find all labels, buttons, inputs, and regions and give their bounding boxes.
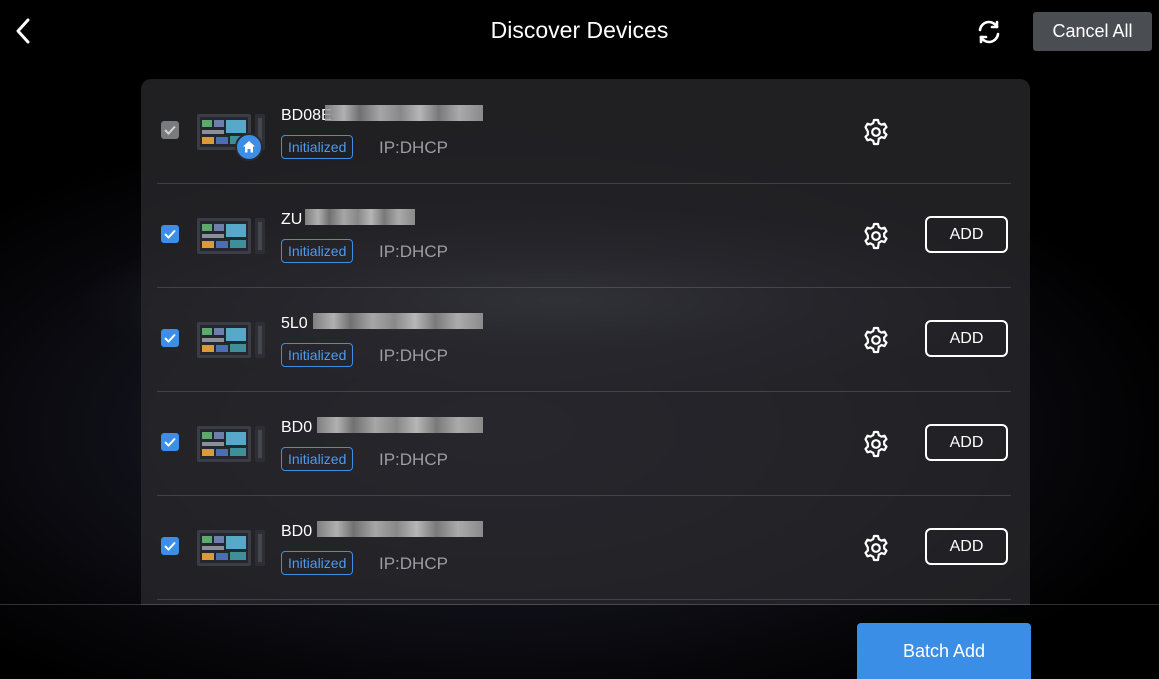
gear-icon [864, 222, 888, 250]
top-bar: Discover Devices Cancel All [0, 0, 1159, 64]
checkmark-icon [164, 125, 176, 135]
home-badge [235, 133, 263, 161]
status-badge: Initialized [281, 239, 354, 263]
device-thumbnail [197, 530, 265, 566]
device-name: BD0 [281, 419, 313, 436]
refresh-button[interactable] [974, 17, 1004, 47]
ip-mode: IP:DHCP [379, 242, 448, 261]
device-checkbox[interactable] [161, 433, 179, 451]
redacted-serial [317, 417, 483, 433]
device-row[interactable]: BD0 Initialized IP:DHCP ADD [157, 391, 1011, 496]
ip-mode: IP:DHCP [379, 346, 448, 365]
redacted-serial [305, 209, 415, 225]
device-thumbnail [197, 322, 265, 358]
checkmark-icon [164, 229, 176, 239]
device-row[interactable]: BD0 Initialized IP:DHCP ADD [157, 495, 1011, 600]
gear-icon [864, 118, 888, 146]
checkmark-icon [164, 541, 176, 551]
add-device-button[interactable]: ADD [925, 320, 1008, 357]
home-icon [243, 141, 255, 153]
refresh-icon [978, 20, 1000, 44]
device-checkbox[interactable] [161, 537, 179, 555]
ip-mode: IP:DHCP [379, 450, 448, 469]
device-name: ZU [281, 211, 303, 228]
device-settings-button[interactable] [861, 117, 891, 147]
status-badge: Initialized [281, 447, 354, 471]
device-checkbox[interactable] [161, 329, 179, 347]
device-settings-button[interactable] [861, 533, 891, 563]
device-row[interactable]: ZU Initialized IP:DHCP ADD [157, 183, 1011, 288]
ip-mode: IP:DHCP [379, 138, 448, 157]
device-settings-button[interactable] [861, 325, 891, 355]
device-thumbnail [197, 218, 265, 254]
device-checkbox[interactable] [161, 225, 179, 243]
device-row[interactable]: 5L0 Initialized IP:DHCP ADD [157, 287, 1011, 392]
device-row[interactable]: BD08E Initialized IP:DHCP [157, 79, 1011, 184]
add-device-button[interactable]: ADD [925, 528, 1008, 565]
redacted-serial [313, 313, 483, 329]
device-name: BD0 [281, 523, 313, 540]
ip-mode: IP:DHCP [379, 554, 448, 573]
status-badge: Initialized [281, 135, 354, 159]
device-name: 5L0 [281, 315, 308, 332]
checkmark-icon [164, 333, 176, 343]
device-settings-button[interactable] [861, 429, 891, 459]
redacted-serial [317, 521, 483, 537]
device-settings-button[interactable] [861, 221, 891, 251]
gear-icon [864, 430, 888, 458]
status-badge: Initialized [281, 551, 354, 575]
device-list[interactable]: BD08E Initialized IP:DHCP ZU Initialized… [141, 79, 1030, 605]
footer-divider [0, 604, 1159, 605]
redacted-serial [325, 105, 483, 121]
device-thumbnail [197, 426, 265, 462]
add-device-button[interactable]: ADD [925, 424, 1008, 461]
gear-icon [864, 326, 888, 354]
batch-add-button[interactable]: Batch Add [857, 623, 1031, 679]
chevron-left-icon [16, 18, 30, 44]
cancel-all-button[interactable]: Cancel All [1033, 12, 1152, 51]
checkmark-icon [164, 437, 176, 447]
back-button[interactable] [8, 14, 38, 48]
add-device-button[interactable]: ADD [925, 216, 1008, 253]
status-badge: Initialized [281, 343, 354, 367]
gear-icon [864, 534, 888, 562]
device-checkbox [161, 121, 179, 139]
